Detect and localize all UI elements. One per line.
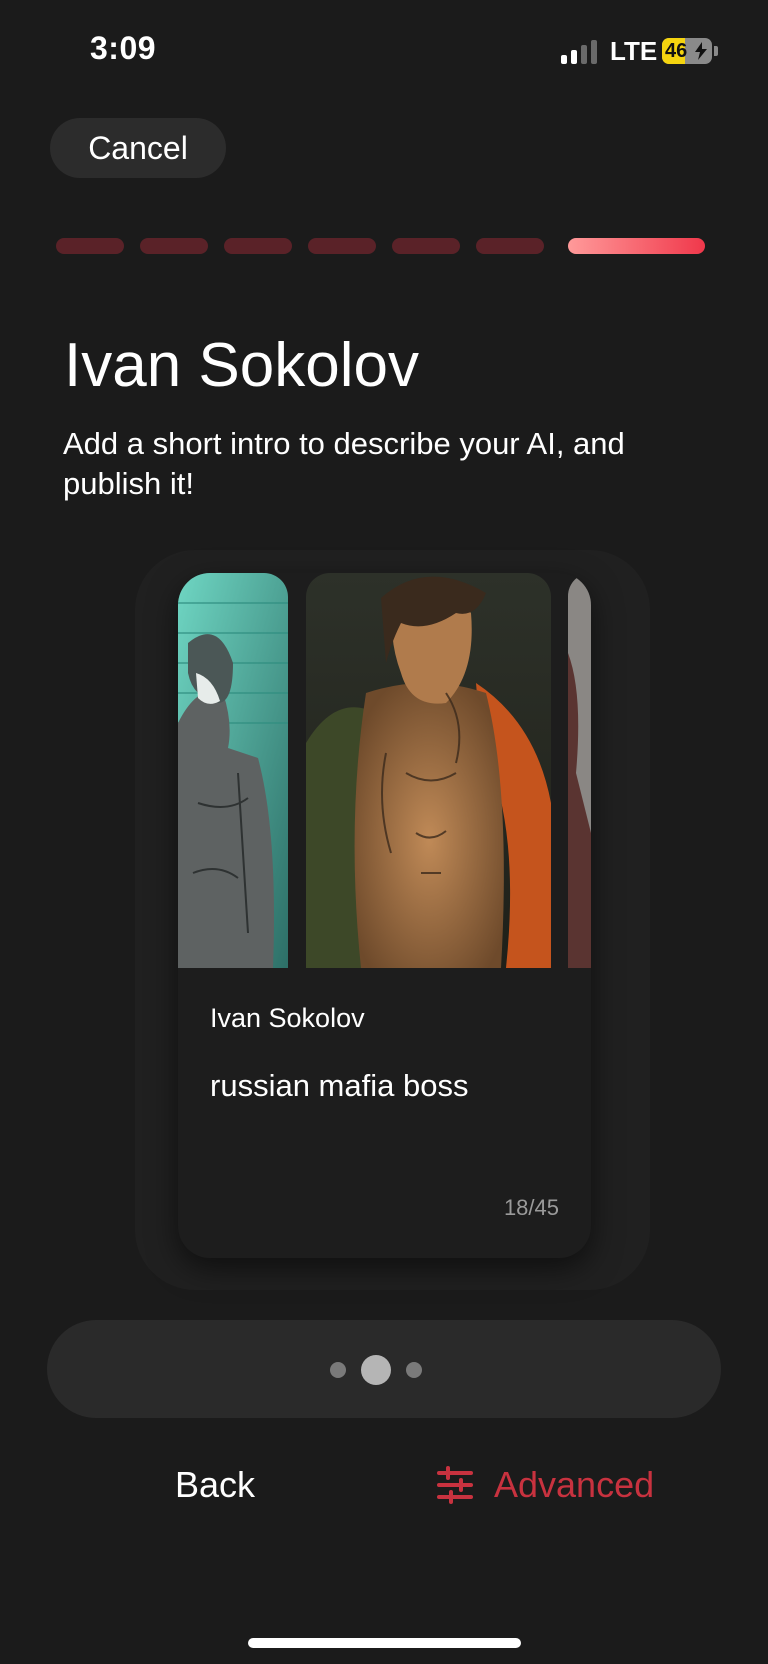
progress-step-current [568, 238, 705, 254]
progress-step [224, 238, 292, 254]
image-gallery[interactable] [178, 573, 591, 968]
page-dot[interactable] [406, 1362, 422, 1378]
progress-step [56, 238, 124, 254]
page-dot[interactable] [330, 1362, 346, 1378]
cancel-button[interactable]: Cancel [50, 118, 226, 178]
progress-step [392, 238, 460, 254]
cellular-signal-icon [561, 40, 601, 64]
character-preview-card[interactable]: Ivan Sokolov russian mafia boss 18/45 [178, 573, 591, 1258]
page-dot-active[interactable] [361, 1355, 391, 1385]
battery-nub [714, 46, 718, 56]
battery-level: 46 [665, 40, 688, 62]
page-title: Ivan Sokolov [64, 331, 419, 400]
sliders-icon [437, 1466, 473, 1504]
back-button[interactable]: Back [150, 1460, 280, 1510]
advanced-button[interactable]: Advanced [436, 1460, 654, 1510]
battery-charging-icon: 46 [662, 38, 712, 64]
gallery-image-next[interactable] [568, 573, 591, 968]
network-type: LTE [610, 36, 658, 66]
character-counter: 18/45 [503, 1195, 559, 1220]
page-indicator[interactable] [47, 1320, 721, 1418]
progress-step [140, 238, 208, 254]
progress-step [308, 238, 376, 254]
status-time: 3:09 [90, 30, 157, 66]
home-indicator[interactable] [248, 1638, 521, 1648]
advanced-label: Advanced [494, 1464, 655, 1505]
card-character-name: Ivan Sokolov [210, 1003, 365, 1033]
gallery-image-previous[interactable] [178, 573, 288, 968]
gallery-image-current[interactable] [306, 573, 551, 968]
status-bar: 3:09 LTE 46 [0, 0, 768, 100]
step-progress [56, 238, 706, 254]
card-intro-text[interactable]: russian mafia boss [210, 1068, 468, 1104]
page-subtitle: Add a short intro to describe your AI, a… [63, 426, 625, 501]
progress-step [476, 238, 544, 254]
